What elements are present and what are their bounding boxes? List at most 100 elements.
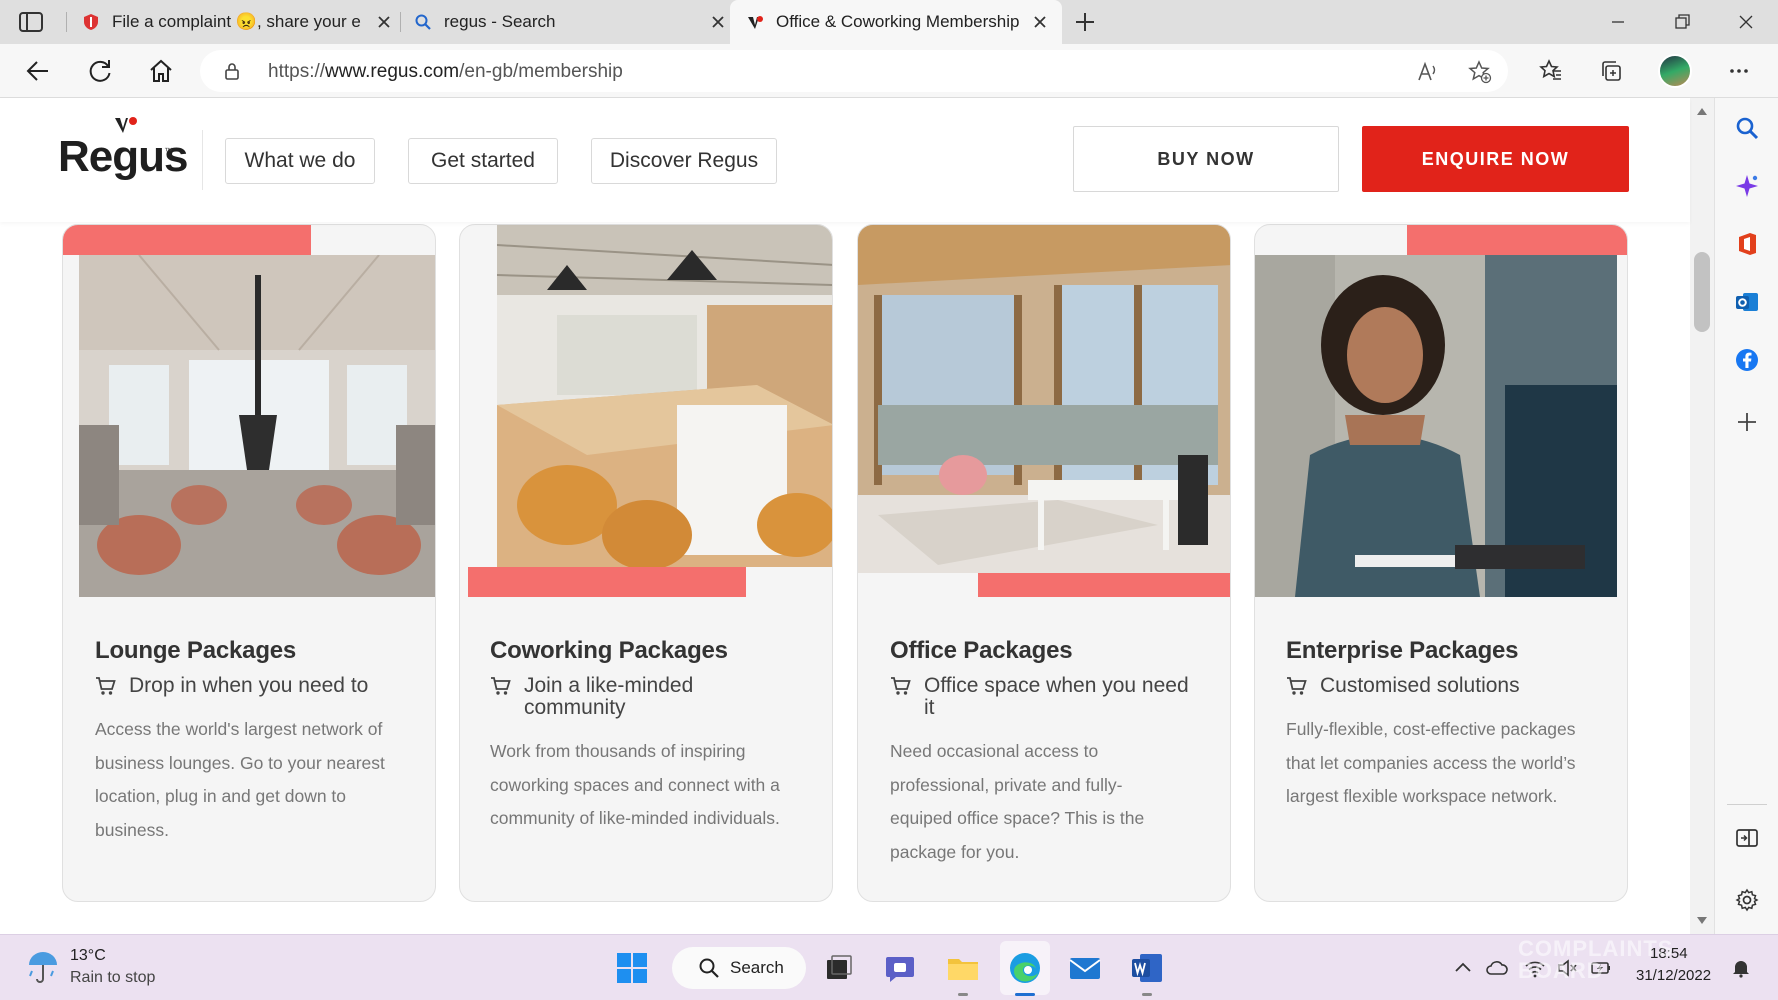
- page-scrollbar[interactable]: [1690, 98, 1714, 934]
- edge-sidebar: [1714, 98, 1778, 934]
- address-bar[interactable]: https://www.regus.com/en-gb/membership: [200, 50, 1508, 92]
- search-icon: [699, 958, 719, 978]
- logo-trademark: ™: [164, 146, 173, 156]
- tab-close-icon[interactable]: [1032, 14, 1048, 30]
- complaints-board-watermark: COMPLAINTS BOARD: [1518, 936, 1674, 983]
- copilot-sparkle-icon[interactable]: [1735, 174, 1759, 198]
- regus-logo-mark-icon: [115, 117, 137, 133]
- scroll-down-icon[interactable]: [1696, 916, 1708, 926]
- scrollbar-thumb[interactable]: [1694, 252, 1710, 332]
- notification-bell-icon[interactable]: [1730, 957, 1752, 979]
- header-divider: [202, 130, 203, 190]
- office-photo: [858, 225, 1230, 573]
- cart-icon: [891, 677, 911, 695]
- teams-chat-icon[interactable]: [884, 951, 918, 985]
- card-description: Need occasional access to professional, …: [890, 741, 1145, 862]
- profile-avatar[interactable]: [1658, 54, 1692, 88]
- card-title[interactable]: Office Packages: [890, 637, 1073, 665]
- card-subtitle: Join a like-minded community: [490, 675, 720, 719]
- package-card-enterprise[interactable]: Enterprise Packages Customised solutions…: [1254, 224, 1628, 902]
- nav-get-started[interactable]: Get started: [408, 138, 558, 184]
- search-icon[interactable]: [1735, 116, 1759, 140]
- edge-browser-icon[interactable]: [1008, 951, 1042, 985]
- packages-section: Lounge Packages Drop in when you need to…: [0, 222, 1690, 934]
- tab-close-icon[interactable]: [710, 14, 726, 30]
- favorites-icon[interactable]: [1539, 59, 1563, 83]
- nav-what-we-do[interactable]: What we do: [225, 138, 375, 184]
- card-accent: [1407, 225, 1627, 255]
- tab-separator: [66, 12, 67, 32]
- url-path: /en-gb/membership: [459, 61, 623, 82]
- minimize-icon[interactable]: [1603, 8, 1633, 36]
- close-window-icon[interactable]: [1731, 8, 1761, 36]
- card-description: Work from thousands of inspiring coworki…: [490, 741, 780, 828]
- enterprise-photo: [1255, 255, 1617, 597]
- windows-taskbar: 13°C Rain to stop Search 18:54 31/12/202…: [0, 934, 1778, 1000]
- mail-icon[interactable]: [1068, 951, 1102, 985]
- messenger-icon[interactable]: [1735, 348, 1759, 372]
- task-view-icon[interactable]: [822, 951, 856, 985]
- word-icon[interactable]: [1130, 951, 1164, 985]
- package-card-lounge[interactable]: Lounge Packages Drop in when you need to…: [62, 224, 436, 902]
- settings-gear-icon[interactable]: [1735, 888, 1759, 912]
- site-header: Regus ™ What we do Get started Discover …: [0, 98, 1690, 222]
- url-text[interactable]: https://www.regus.com/en-gb/membership: [268, 61, 623, 83]
- card-title[interactable]: Lounge Packages: [95, 637, 296, 665]
- taskbar-search[interactable]: Search: [672, 947, 806, 989]
- more-options-icon[interactable]: [1727, 59, 1751, 83]
- cart-icon: [96, 677, 116, 695]
- tab-title: File a complaint 😠, share your e: [112, 12, 361, 31]
- enquire-now-button[interactable]: ENQUIRE NOW: [1362, 126, 1629, 192]
- card-description: Fully-flexible, cost-effective packages …: [1286, 719, 1576, 806]
- split-screen-icon[interactable]: [1735, 826, 1759, 850]
- chevron-up-icon[interactable]: [1452, 957, 1474, 979]
- scroll-up-icon[interactable]: [1696, 106, 1708, 116]
- tab-close-icon[interactable]: [376, 14, 392, 30]
- tab-regus-search[interactable]: regus - Search: [414, 0, 726, 44]
- lounge-photo: [79, 255, 435, 597]
- url-domain: www.regus.com: [325, 61, 460, 82]
- tab-actions-icon[interactable]: [18, 10, 44, 34]
- new-tab-icon[interactable]: [1073, 10, 1097, 34]
- rain-umbrella-icon[interactable]: [26, 949, 60, 985]
- restore-icon[interactable]: [1667, 8, 1697, 36]
- card-subtitle-text: Office space when you need it: [924, 674, 1189, 719]
- card-subtitle: Drop in when you need to: [95, 675, 415, 697]
- tab-regus-membership[interactable]: Office & Coworking Membership: [730, 0, 1062, 44]
- card-subtitle: Customised solutions: [1286, 675, 1606, 697]
- regus-logo[interactable]: Regus: [58, 132, 188, 182]
- add-sidebar-app-icon[interactable]: [1735, 410, 1759, 434]
- add-favorite-icon[interactable]: [1468, 60, 1492, 84]
- refresh-icon[interactable]: [86, 57, 114, 85]
- outlook-icon[interactable]: [1735, 290, 1759, 314]
- card-accent: [63, 225, 311, 255]
- windows-start-icon[interactable]: [615, 951, 649, 985]
- onedrive-cloud-icon[interactable]: [1486, 957, 1508, 979]
- card-subtitle-text: Join a like-minded community: [524, 674, 694, 719]
- weather-description[interactable]: Rain to stop: [70, 969, 155, 987]
- running-indicator: [958, 993, 968, 996]
- weather-temperature[interactable]: 13°C: [70, 947, 106, 965]
- card-title[interactable]: Coworking Packages: [490, 637, 728, 665]
- home-icon[interactable]: [147, 57, 175, 85]
- file-explorer-icon[interactable]: [946, 951, 980, 985]
- nav-discover-regus[interactable]: Discover Regus: [591, 138, 777, 184]
- cart-icon: [1287, 677, 1307, 695]
- tab-file-complaint[interactable]: File a complaint 😠, share your e: [82, 0, 392, 44]
- browser-toolbar: https://www.regus.com/en-gb/membership: [0, 44, 1778, 98]
- regus-favicon-icon: [748, 16, 763, 29]
- shield-favicon-icon: [84, 14, 98, 30]
- package-card-coworking[interactable]: Coworking Packages Join a like-minded co…: [459, 224, 833, 902]
- office-icon[interactable]: [1735, 232, 1759, 256]
- buy-now-button[interactable]: BUY NOW: [1073, 126, 1339, 192]
- package-card-office[interactable]: Office Packages Office space when you ne…: [857, 224, 1231, 902]
- card-title[interactable]: Enterprise Packages: [1286, 637, 1519, 665]
- tab-separator: [400, 12, 401, 32]
- url-prefix: https://: [268, 61, 326, 82]
- card-subtitle-text: Customised solutions: [1320, 674, 1520, 697]
- tab-title: Office & Coworking Membership: [776, 12, 1020, 31]
- collections-icon[interactable]: [1599, 59, 1623, 83]
- lock-icon[interactable]: [224, 62, 240, 80]
- read-aloud-icon[interactable]: [1416, 60, 1440, 84]
- back-arrow-icon[interactable]: [24, 57, 52, 85]
